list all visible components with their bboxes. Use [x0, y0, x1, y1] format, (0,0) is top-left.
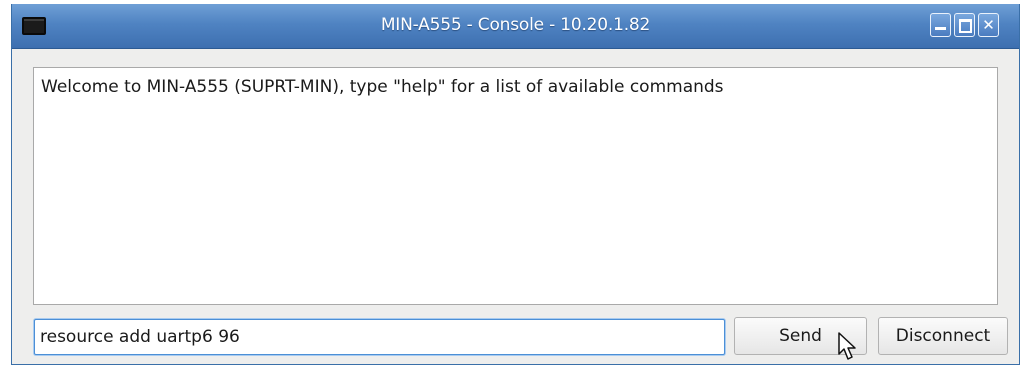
minimize-icon	[935, 27, 946, 30]
window-title: MIN-A555 - Console - 10.20.1.82	[380, 15, 651, 35]
maximize-icon	[959, 19, 972, 33]
title-bar[interactable]: MIN-A555 - Console - 10.20.1.82 ✕	[12, 4, 1019, 49]
maximize-button[interactable]	[954, 13, 975, 37]
close-icon: ✕	[982, 16, 995, 34]
close-button[interactable]: ✕	[978, 13, 999, 37]
disconnect-button[interactable]: Disconnect	[878, 317, 1008, 355]
welcome-message: Welcome to MIN-A555 (SUPRT-MIN), type "h…	[41, 77, 724, 97]
console-output[interactable]: Welcome to MIN-A555 (SUPRT-MIN), type "h…	[33, 67, 998, 305]
minimize-button[interactable]	[930, 13, 951, 37]
console-window: MIN-A555 - Console - 10.20.1.82 ✕ Welcom…	[11, 4, 1020, 365]
mouse-pointer-icon	[838, 332, 856, 360]
command-input[interactable]	[34, 319, 725, 355]
